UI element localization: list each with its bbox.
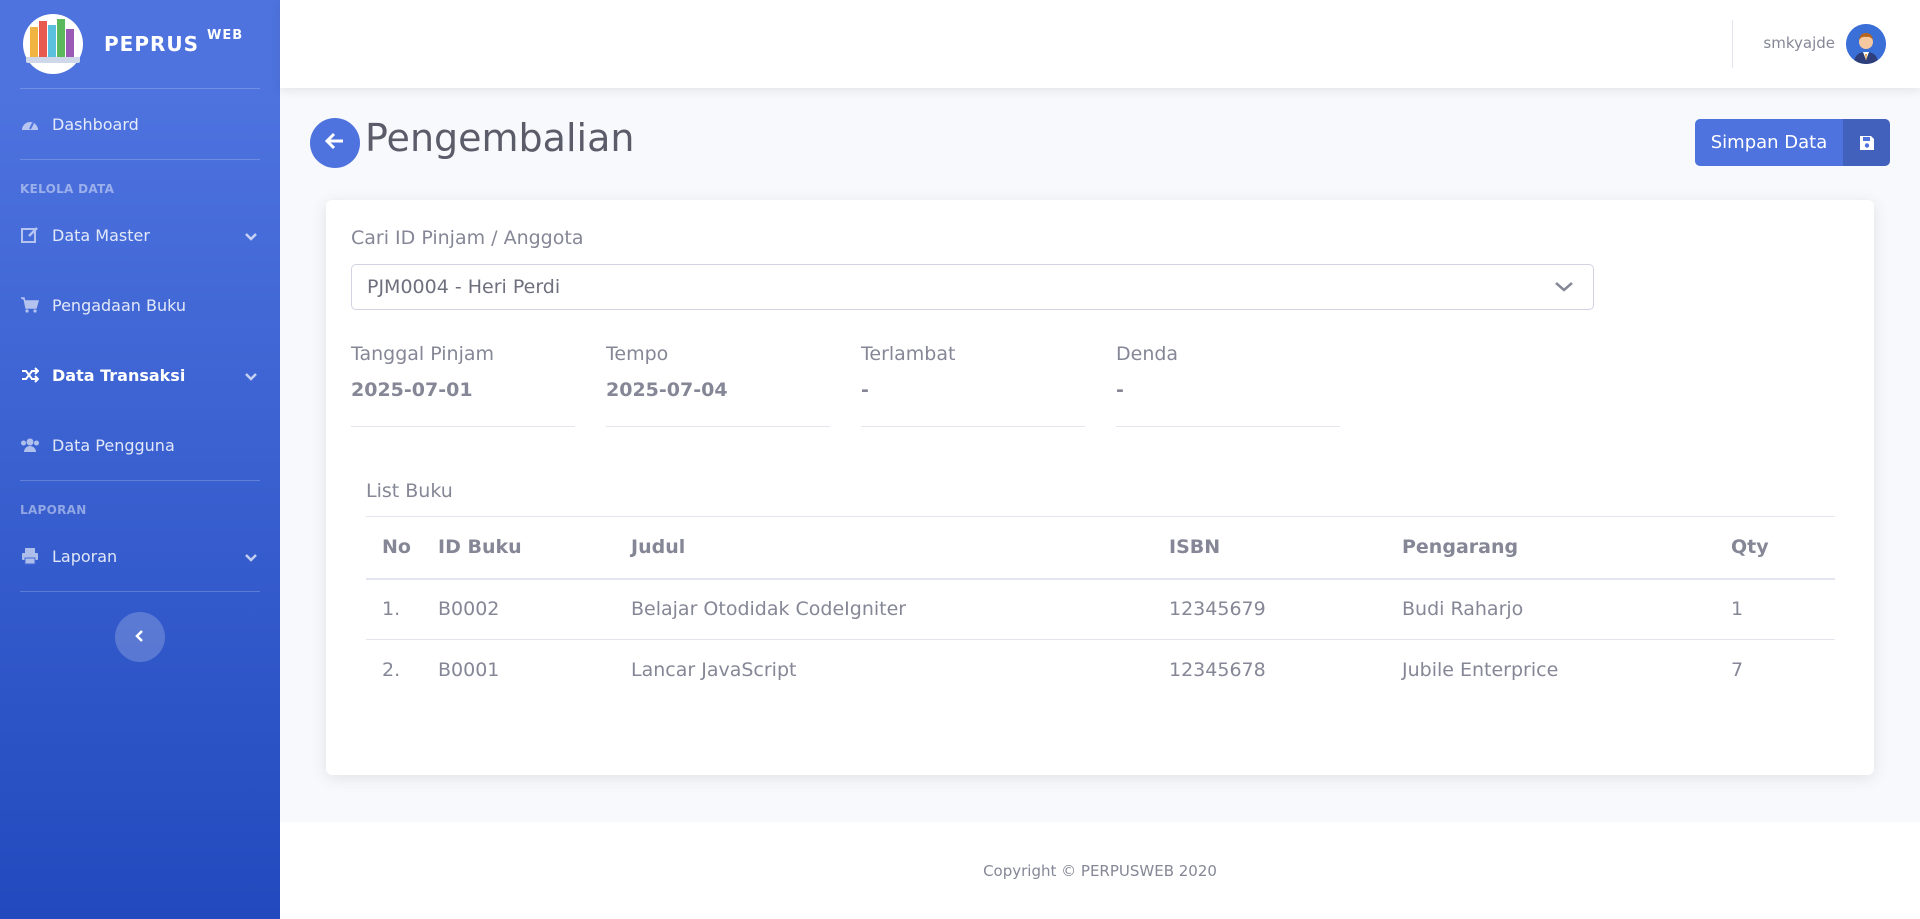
save-icon xyxy=(1843,119,1890,166)
tachometer-icon xyxy=(20,114,40,134)
sidebar: PEPRUS WEB Dashboard KELOLA DATA Data Ma… xyxy=(0,0,280,919)
topbar: smkyajde xyxy=(280,0,1920,88)
sidebar-item-label: Dashboard xyxy=(52,114,139,134)
sidebar-heading: LAPORAN xyxy=(20,503,87,517)
table-row: 1. B0002 Belajar Otodidak CodeIgniter 12… xyxy=(366,578,1835,640)
table-row: 2. B0001 Lancar JavaScript 12345678 Jubi… xyxy=(366,640,1835,701)
table-cell: B0002 xyxy=(422,578,615,640)
table-header-row: No ID Buku Judul ISBN Pengarang Qty xyxy=(366,516,1835,580)
sidebar-item-label: Data Pengguna xyxy=(52,435,175,455)
footer: Copyright © PERPUSWEB 2020 xyxy=(280,822,1920,919)
info-value: - xyxy=(1116,379,1124,401)
search-label: Cari ID Pinjam / Anggota xyxy=(351,227,584,249)
sidebar-item-data-pengguna[interactable]: Data Pengguna xyxy=(0,410,280,480)
brand[interactable]: PEPRUS WEB xyxy=(0,0,280,88)
info-tempo: Tempo 2025-07-04 xyxy=(606,343,830,427)
loan-select-value: PJM0004 - Heri Perdi xyxy=(367,276,561,298)
column-header: Pengarang xyxy=(1386,516,1715,580)
chevron-left-icon xyxy=(135,628,145,647)
info-terlambat: Terlambat - xyxy=(861,343,1085,427)
save-data-label: Simpan Data xyxy=(1710,132,1828,153)
print-icon xyxy=(20,546,40,566)
info-value: 2025-07-04 xyxy=(606,379,728,401)
chevron-down-icon xyxy=(244,227,258,246)
cart-icon xyxy=(20,295,40,315)
brand-suffix: WEB xyxy=(207,28,244,43)
table-cell: Budi Raharjo xyxy=(1386,578,1715,640)
back-button[interactable] xyxy=(310,118,360,168)
chevron-down-icon xyxy=(244,367,258,386)
sidebar-item-laporan[interactable]: Laporan xyxy=(0,521,280,591)
table-cell: 1. xyxy=(366,578,422,640)
table-cell: Jubile Enterprice xyxy=(1402,659,1559,682)
info-value: 2025-07-01 xyxy=(351,379,473,401)
info-label: Denda xyxy=(1116,343,1179,365)
sidebar-item-label: Data Master xyxy=(52,225,150,245)
users-icon xyxy=(20,435,40,455)
info-label: Tempo xyxy=(606,343,669,365)
copyright-text: Copyright © PERPUSWEB 2020 xyxy=(983,861,1217,880)
sidebar-item-label: Data Transaksi xyxy=(52,365,186,385)
list-title: List Buku xyxy=(366,480,453,502)
table-cell: 12345678 xyxy=(1169,659,1266,682)
brand-title: PEPRUS xyxy=(104,32,200,56)
table-cell: 2. xyxy=(382,659,401,682)
column-header: Qty xyxy=(1715,516,1835,580)
edit-icon xyxy=(20,225,40,245)
sidebar-divider xyxy=(20,591,260,592)
username[interactable]: smkyajde xyxy=(1763,34,1835,52)
sidebar-item-data-master[interactable]: Data Master xyxy=(0,200,280,270)
table-cell: Lancar JavaScript xyxy=(631,659,797,682)
chevron-down-icon xyxy=(244,548,258,567)
column-header: ID Buku xyxy=(422,516,615,580)
sidebar-item-data-transaksi[interactable]: Data Transaksi xyxy=(0,340,280,410)
book-table: No ID Buku Judul ISBN Pengarang Qty 1. B… xyxy=(366,516,1835,701)
save-data-button[interactable]: Simpan Data xyxy=(1695,119,1890,166)
column-header: No xyxy=(366,516,422,580)
loan-select[interactable]: PJM0004 - Heri Perdi xyxy=(351,264,1594,310)
arrow-left-icon xyxy=(324,132,345,154)
sidebar-heading: KELOLA DATA xyxy=(20,182,115,196)
info-tanggal-pinjam: Tanggal Pinjam 2025-07-01 xyxy=(351,343,575,427)
books-logo-icon xyxy=(20,13,86,75)
table-cell: 7 xyxy=(1731,659,1744,682)
page-title: Pengembalian xyxy=(365,116,635,160)
return-form-card: Cari ID Pinjam / Anggota PJM0004 - Heri … xyxy=(326,200,1874,775)
sidebar-item-pengadaan-buku[interactable]: Pengadaan Buku xyxy=(0,270,280,340)
info-denda: Denda - xyxy=(1116,343,1340,427)
chevron-down-icon xyxy=(1553,277,1575,300)
table-cell: Belajar Otodidak CodeIgniter xyxy=(615,578,1153,640)
random-icon xyxy=(20,365,40,385)
sidebar-item-label: Laporan xyxy=(52,546,118,566)
sidebar-item-dashboard[interactable]: Dashboard xyxy=(0,89,280,159)
brand-name: PEPRUS WEB xyxy=(104,28,243,56)
table-cell: 12345679 xyxy=(1153,578,1386,640)
info-value: - xyxy=(861,379,869,401)
topbar-divider xyxy=(1732,20,1733,68)
info-label: Tanggal Pinjam xyxy=(351,343,495,365)
user-avatar[interactable] xyxy=(1846,24,1886,64)
column-header: Judul xyxy=(615,516,1153,580)
sidebar-item-label: Pengadaan Buku xyxy=(52,295,187,315)
sidebar-toggle-button[interactable] xyxy=(115,612,165,662)
column-header: ISBN xyxy=(1153,516,1386,580)
table-cell: B0001 xyxy=(438,659,500,682)
table-cell: 1 xyxy=(1715,578,1835,640)
info-label: Terlambat xyxy=(861,343,956,365)
